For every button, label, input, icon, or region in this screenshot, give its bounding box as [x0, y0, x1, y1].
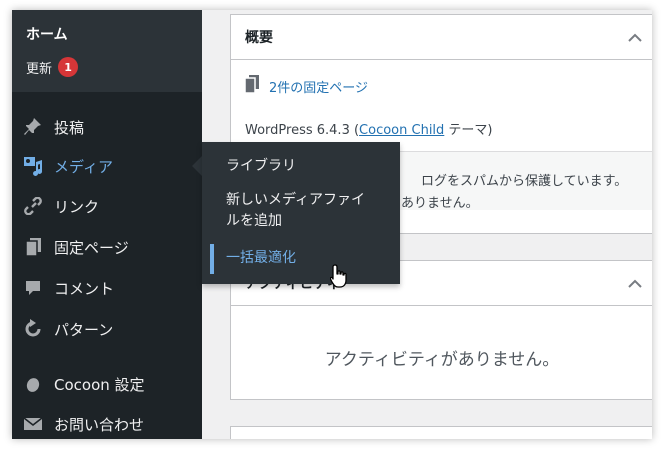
- menu-item-comments[interactable]: コメント: [12, 269, 202, 307]
- spam-text-line1: ログをスパムから保護しています。: [421, 174, 628, 189]
- theme-link[interactable]: Cocoon Child: [359, 123, 444, 138]
- menu-label-links: リンク: [54, 197, 100, 216]
- home-block: ホーム 更新 1: [12, 10, 202, 92]
- menu-label-posts: 投稿: [54, 118, 85, 137]
- overview-title: 概要: [245, 30, 273, 46]
- menu-label-comments: コメント: [54, 279, 115, 298]
- cocoon-icon: [22, 373, 44, 395]
- menu-item-posts[interactable]: 投稿: [12, 108, 202, 146]
- hand-pointer-cursor-icon: [329, 264, 348, 288]
- update-link[interactable]: 更新 1: [26, 57, 79, 77]
- submenu-item-library[interactable]: ライブラリ: [202, 156, 400, 177]
- pattern-icon: [22, 318, 44, 340]
- submenu-pointer: [192, 156, 202, 176]
- menu-item-contact[interactable]: お問い合わせ: [12, 405, 202, 439]
- link-icon: [22, 195, 44, 217]
- update-label: 更新: [26, 61, 53, 77]
- theme-suffix: テーマ): [444, 123, 493, 138]
- submenu-label-add-new: 新しいメディアファイルを追加: [226, 192, 366, 229]
- comment-icon: [22, 277, 44, 299]
- activity-empty-text: アクティビティがありません。: [324, 350, 560, 370]
- current-indicator-bar: [210, 244, 214, 274]
- submenu-item-add-new[interactable]: 新しいメディアファイルを追加: [202, 190, 400, 232]
- pin-icon: [22, 116, 44, 138]
- collapse-chevron-up-icon[interactable]: [617, 15, 652, 59]
- home-link[interactable]: ホーム: [26, 24, 68, 44]
- mail-icon: [22, 413, 44, 435]
- menu-label-patterns: パターン: [54, 320, 114, 339]
- menu-label-cocoon-settings: Cocoon 設定: [54, 375, 145, 394]
- collapse-chevron-up-icon[interactable]: [617, 261, 652, 305]
- menu-item-media[interactable]: メディア: [12, 147, 202, 185]
- menu-item-pages[interactable]: 固定ページ: [12, 228, 202, 266]
- wp-admin-window: 概要 2件の固定ページ WordPress 6.4.3 (Cocoon Chil…: [12, 10, 652, 439]
- wp-version-text: WordPress 6.4.3 (: [245, 123, 360, 138]
- page-icon: [244, 75, 259, 97]
- page-icon: [22, 236, 44, 258]
- submenu-item-bulk-optimize[interactable]: 一括最適化: [202, 244, 400, 274]
- media-submenu: ライブラリ 新しいメディアファイルを追加 一括最適化: [202, 142, 400, 284]
- admin-sidebar: ホーム 更新 1 投稿 メディア リンク 固定ページ コメント パターン Coc…: [12, 10, 202, 439]
- menu-item-patterns[interactable]: パターン: [12, 310, 202, 348]
- menu-item-links[interactable]: リンク: [12, 187, 202, 225]
- submenu-label-library: ライブラリ: [226, 158, 296, 174]
- menu-label-pages: 固定ページ: [54, 238, 129, 257]
- pages-row: 2件の固定ページ: [244, 75, 368, 97]
- spam-text-line2: ありません。: [401, 196, 479, 211]
- submenu-label-bulk-optimize: 一括最適化: [226, 250, 296, 266]
- media-icon: [22, 155, 44, 177]
- pages-link[interactable]: 2件の固定ページ: [269, 77, 368, 96]
- menu-label-contact: お問い合わせ: [54, 415, 145, 434]
- menu-label-media: メディア: [54, 157, 113, 176]
- wp-version-line: WordPress 6.4.3 (Cocoon Child テーマ): [245, 119, 493, 138]
- next-panel: [230, 426, 652, 439]
- menu-item-cocoon-settings[interactable]: Cocoon 設定: [12, 365, 202, 403]
- update-count-badge: 1: [58, 57, 79, 77]
- overview-header: 概要: [231, 15, 652, 60]
